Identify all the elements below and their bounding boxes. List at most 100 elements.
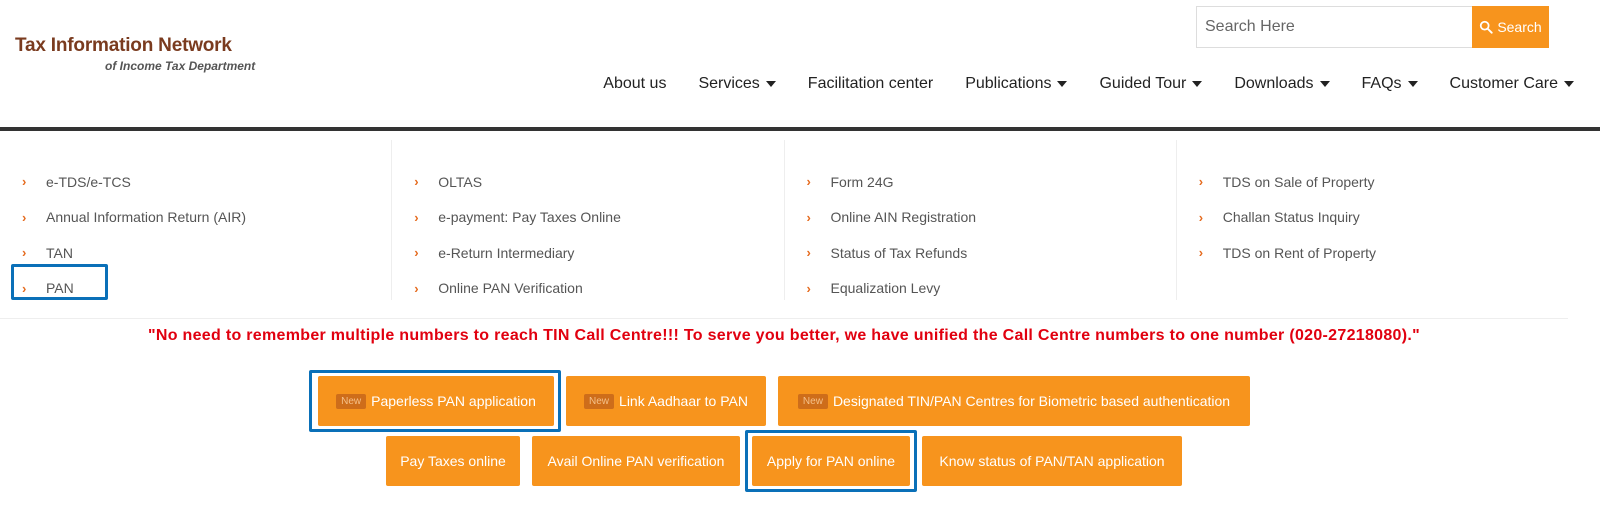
link-label: e-payment: Pay Taxes Online [438,209,621,226]
link-label: Equalization Levy [830,280,941,297]
link-online-pan-verification[interactable]: › Online PAN Verification [414,271,783,307]
nav-publications[interactable]: Publications [949,73,1083,95]
nav-services[interactable]: Services [682,73,791,95]
call-centre-notice: "No need to remember multiple numbers to… [147,327,1421,344]
nav-guided-tour[interactable]: Guided Tour [1083,73,1218,95]
link-label: TDS on Sale of Property [1222,173,1375,190]
link-etds-etcs[interactable]: › e-TDS/e-TCS [22,164,391,200]
logo-subtitle: of Income Tax Department [105,59,256,73]
nav-facilitation-center[interactable]: Facilitation center [792,73,949,95]
nav-label: Facilitation center [807,75,934,92]
chevron-right-icon: › [1198,245,1204,261]
nav-label: Services [698,75,760,92]
button-label: Avail Online PAN verification [547,453,725,469]
search-button[interactable]: Search [1472,6,1549,48]
link-tax-refunds-status[interactable]: › Status of Tax Refunds [807,235,1176,271]
site-header: Tax Information Network of Income Tax De… [0,0,1600,128]
nav-label: Customer Care [1449,75,1558,92]
link-air[interactable]: › Annual Information Return (AIR) [22,200,391,236]
header-divider [0,127,1600,131]
link-label: TAN [46,244,73,261]
button-label: Designated TIN/PAN Centres for Biometric… [832,393,1231,409]
chevron-right-icon: › [414,209,419,225]
logo-title: Tax Information Network [15,35,232,56]
nav-about-us[interactable]: About us [587,73,682,95]
chevron-right-icon: › [414,280,419,296]
pan-tan-status-button[interactable]: Know status of PAN/TAN application [922,436,1182,486]
new-badge: New [336,393,367,409]
nav-faqs[interactable]: FAQs [1346,73,1434,95]
chevron-right-icon: › [414,174,419,190]
nav-label: Publications [965,75,1052,92]
chevron-right-icon: › [806,280,811,296]
chevron-right-icon: › [22,245,27,261]
links-column-2: › OLTAS › e-payment: Pay Taxes Online › e-R… [392,140,785,300]
pay-taxes-online-button[interactable]: Pay Taxes online [386,436,520,486]
chevron-right-icon: › [806,209,811,225]
main-nav: About us Services Facilitation center Pu… [587,73,1590,95]
chevron-right-icon: › [806,174,811,190]
search-bar: Search [1196,6,1549,48]
new-badge: New [584,393,615,409]
search-input[interactable] [1196,6,1472,48]
search-button-label: Search [1497,19,1542,35]
paperless-pan-button[interactable]: New Paperless PAN application [309,370,561,432]
nav-label: Guided Tour [1099,75,1187,92]
services-buttons: Pay Taxes online Avail Online PAN verifi… [0,430,1568,492]
caret-down-icon [1057,81,1068,87]
link-tds-sale-property[interactable]: › TDS on Sale of Property [1199,164,1568,200]
link-label: OLTAS [438,173,483,190]
chevron-right-icon: › [806,245,811,261]
apply-pan-online-button[interactable]: Apply for PAN online [745,430,917,492]
link-epayment[interactable]: › e-payment: Pay Taxes Online [414,200,783,236]
chevron-right-icon: › [1198,209,1204,225]
caret-down-icon [1319,81,1330,87]
links-column-3: › Form 24G › Online AIN Registration › Stat… [785,140,1177,300]
link-label: Annual Information Return (AIR) [46,209,246,226]
links-column-4: › TDS on Sale of Property › Challan Status… [1177,140,1568,300]
link-label: e-Return Intermediary [438,244,575,261]
nav-label: About us [603,75,667,92]
chevron-right-icon: › [414,245,419,261]
new-badge: New [797,393,828,409]
caret-down-icon [765,81,776,87]
link-label: TDS on Rent of Property [1222,244,1377,261]
link-label: Form 24G [830,173,894,190]
nav-customer-care[interactable]: Customer Care [1434,73,1590,95]
pan-link-highlight [11,264,108,300]
link-equalization-levy[interactable]: › Equalization Levy [807,271,1176,307]
button-label: Link Aadhaar to PAN [619,393,748,409]
button-label: Apply for PAN online [766,453,896,469]
link-label: Online PAN Verification [438,280,583,297]
link-oltas[interactable]: › OLTAS [414,164,783,200]
link-form-24g[interactable]: › Form 24G [807,164,1176,200]
nav-label: FAQs [1361,75,1402,92]
link-label: Online AIN Registration [830,209,977,226]
link-challan-status[interactable]: › Challan Status Inquiry [1199,200,1568,236]
quick-links: › e-TDS/e-TCS › Annual Information Return … [0,140,1568,300]
caret-down-icon [1407,81,1418,87]
link-ain-registration[interactable]: › Online AIN Registration [807,200,1176,236]
button-label: Know status of PAN/TAN application [939,453,1165,469]
nav-downloads[interactable]: Downloads [1218,73,1345,95]
link-label: Challan Status Inquiry [1222,209,1360,226]
button-label: Pay Taxes online [400,453,506,469]
link-label: e-TDS/e-TCS [46,173,131,190]
link-tds-rent-property[interactable]: › TDS on Rent of Property [1199,235,1568,271]
new-services-buttons: New Paperless PAN application New Link A… [0,370,1568,432]
link-aadhaar-pan-button[interactable]: New Link Aadhaar to PAN [566,376,766,426]
site-logo[interactable]: Tax Information Network of Income Tax De… [15,35,255,73]
section-separator [0,318,1568,319]
chevron-right-icon: › [22,209,27,225]
chevron-right-icon: › [1198,174,1204,190]
link-label: Status of Tax Refunds [830,244,968,261]
nav-label: Downloads [1234,75,1314,92]
biometric-centres-button[interactable]: New Designated TIN/PAN Centres for Biome… [778,376,1250,426]
search-icon [1480,20,1493,34]
online-pan-verification-button[interactable]: Avail Online PAN verification [532,436,740,486]
chevron-right-icon: › [22,174,27,190]
caret-down-icon [1564,81,1574,87]
link-ereturn-intermediary[interactable]: › e-Return Intermediary [414,235,783,271]
button-label: Paperless PAN application [371,393,536,409]
caret-down-icon [1192,81,1203,87]
